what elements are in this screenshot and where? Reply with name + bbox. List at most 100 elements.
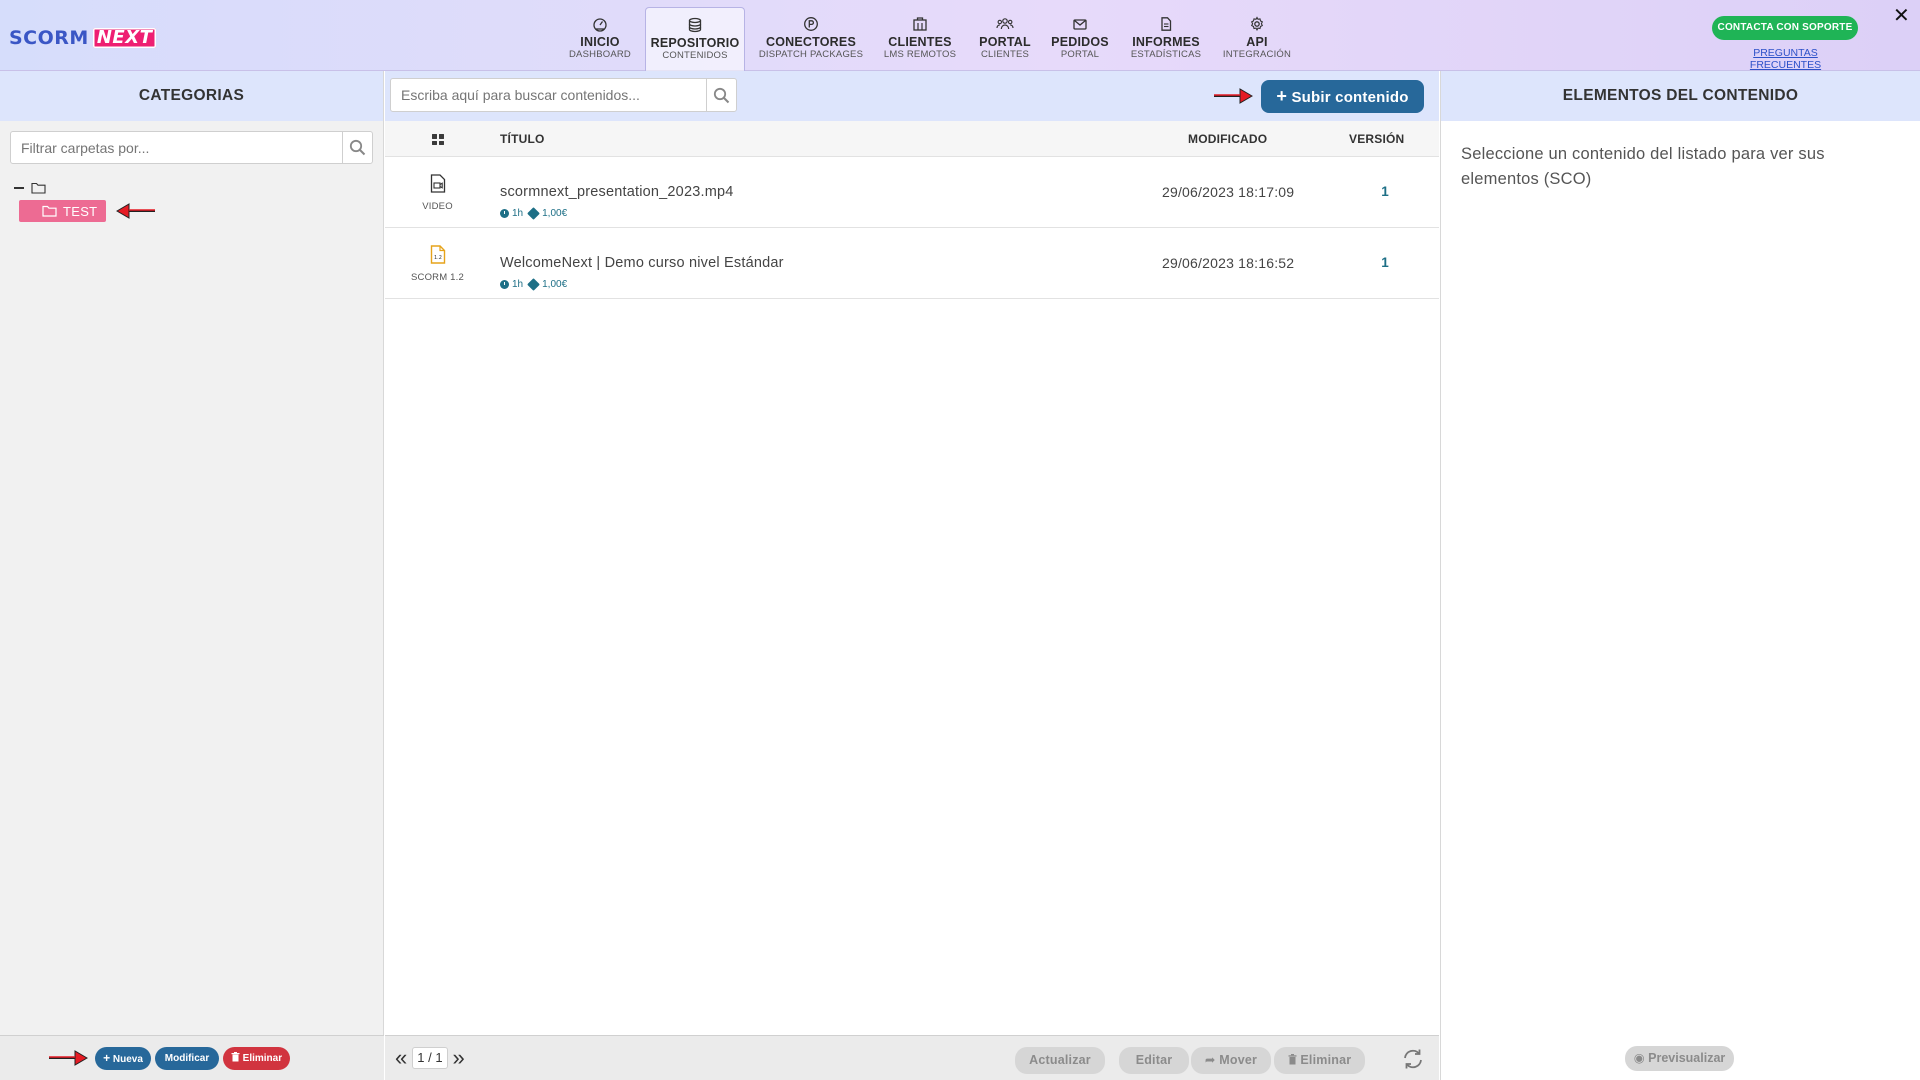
trash-icon — [231, 1052, 240, 1062]
column-title[interactable]: TÍTULO — [500, 121, 545, 157]
content-type: VIDEO — [385, 174, 490, 212]
content-search — [390, 78, 737, 112]
delete-folder-label: Eliminar — [242, 1053, 283, 1064]
nav-label: CLIENTES — [888, 35, 952, 49]
table-row[interactable]: VIDEO scormnext_presentation_2023.mp4 1h… — [385, 158, 1439, 228]
pagination: « 1 / 1 » — [395, 1047, 465, 1069]
price-tag-icon — [527, 278, 540, 291]
folder-filter-input[interactable] — [11, 132, 341, 163]
contents-panel: + Subir contenido TÍTULO MODIFICADO VERS… — [385, 71, 1439, 1080]
content-search-input[interactable] — [391, 79, 706, 111]
column-version[interactable]: VERSIÓN — [1349, 121, 1404, 157]
nav-sublabel: ESTADÍSTICAS — [1130, 49, 1202, 60]
categories-footer: + Nueva Modificar Eliminar — [0, 1035, 384, 1080]
contact-support-button[interactable]: CONTACTA CON SOPORTE — [1712, 16, 1858, 40]
content-elements-empty-text: Seleccione un contenido del listado para… — [1461, 145, 1825, 188]
plus-icon: + — [103, 1051, 111, 1065]
nav-item-conectores[interactable]: CONECTORES DISPATCH PACKAGES — [755, 8, 867, 70]
prev-page-button[interactable]: « — [395, 1047, 407, 1069]
contents-footer: « 1 / 1 » Actualizar Editar ➦ Mover Elim… — [385, 1035, 1439, 1080]
nav-item-portal[interactable]: PORTAL CLIENTES — [970, 8, 1040, 70]
refresh-button[interactable]: Actualizar — [1015, 1047, 1105, 1074]
clock-icon — [500, 280, 509, 289]
nav-sublabel: DASHBOARD — [569, 49, 631, 60]
nav-item-api[interactable]: API INTEGRACIÓN — [1217, 8, 1297, 70]
annotation-arrow-icon — [49, 1050, 88, 1066]
upload-content-button[interactable]: + Subir contenido — [1261, 80, 1424, 113]
building-icon — [913, 17, 927, 31]
scorm-file-icon: 1.2 — [430, 245, 445, 264]
table-row[interactable]: 1.2 SCORM 1.2 WelcomeNext | Demo curso n… — [385, 229, 1439, 299]
search-icon — [713, 87, 730, 103]
delete-content-button[interactable]: Eliminar — [1274, 1047, 1365, 1074]
nav-item-inicio[interactable]: INICIO DASHBOARD — [560, 8, 640, 70]
logo-text-next: NEXT — [92, 28, 157, 48]
edit-button[interactable]: Editar — [1119, 1047, 1189, 1074]
faq-link[interactable]: PREGUNTAS FRECUENTES — [1718, 47, 1853, 71]
users-icon — [996, 18, 1014, 30]
new-folder-button[interactable]: + Nueva — [95, 1047, 151, 1070]
document-icon — [1161, 17, 1172, 31]
folder-icon — [31, 182, 46, 194]
content-modified: 29/06/2023 18:17:09 — [1162, 184, 1295, 200]
content-type-label: VIDEO — [422, 201, 453, 212]
annotation-arrow-icon — [1214, 88, 1253, 104]
content-type-label: SCORM 1.2 — [410, 272, 464, 283]
content-price: 1,00€ — [542, 279, 568, 290]
page-indicator[interactable]: 1 / 1 — [412, 1047, 448, 1069]
gear-icon — [1250, 16, 1264, 32]
nav-label: INFORMES — [1132, 35, 1200, 49]
folder-filter-search-button[interactable] — [342, 132, 372, 163]
gauge-icon — [593, 18, 607, 32]
content-duration: 1h — [512, 208, 524, 219]
nav-item-pedidos[interactable]: PEDIDOS PORTAL — [1045, 8, 1115, 70]
contents-table-header: TÍTULO MODIFICADO VERSIÓN — [385, 121, 1439, 157]
nav-label: API — [1246, 35, 1268, 49]
content-duration: 1h — [512, 279, 524, 290]
nav-sublabel: CLIENTES — [980, 49, 1030, 60]
search-icon — [349, 139, 366, 156]
nav-sublabel: LMS REMOTOS — [883, 49, 957, 60]
envelope-icon — [1073, 19, 1087, 30]
tree-root[interactable] — [14, 179, 46, 197]
trash-icon — [1288, 1054, 1297, 1065]
content-title: WelcomeNext | Demo curso nivel Estándar — [500, 255, 784, 271]
nav-item-repositorio[interactable]: REPOSITORIO CONTENIDOS — [645, 7, 745, 71]
nav-label: INICIO — [580, 35, 620, 49]
folder-label: TEST — [63, 203, 98, 219]
content-meta: 1h 1,00€ — [500, 278, 568, 291]
nav-label: CONECTORES — [766, 35, 856, 49]
folder-node-test[interactable]: TEST — [19, 200, 106, 222]
content-title: scormnext_presentation_2023.mp4 — [500, 184, 734, 200]
grid-view-icon[interactable] — [432, 134, 444, 145]
content-meta: 1h 1,00€ — [500, 207, 567, 220]
close-icon[interactable]: ✕ — [1893, 6, 1910, 26]
categories-title: CATEGORIAS — [0, 71, 383, 121]
nav-label: REPOSITORIO — [650, 36, 740, 50]
collapse-icon[interactable] — [14, 187, 24, 189]
annotation-arrow-icon — [116, 203, 155, 219]
modify-folder-button[interactable]: Modificar — [155, 1047, 219, 1070]
column-modified[interactable]: MODIFICADO — [1188, 121, 1267, 157]
nav-item-clientes[interactable]: CLIENTES LMS REMOTOS — [874, 8, 966, 70]
next-page-button[interactable]: » — [453, 1047, 465, 1069]
content-version: 1 — [1381, 184, 1389, 199]
preview-button[interactable]: ◉ Previsualizar — [1625, 1046, 1734, 1071]
content-modified: 29/06/2023 18:16:52 — [1162, 255, 1295, 271]
nav-sublabel: CONTENIDOS — [662, 50, 728, 61]
nav-item-informes[interactable]: INFORMES ESTADÍSTICAS — [1125, 8, 1207, 70]
sync-icon[interactable] — [1401, 1047, 1425, 1071]
content-elements-title: ELEMENTOS DEL CONTENIDO — [1441, 71, 1920, 121]
delete-content-label: Eliminar — [1300, 1053, 1352, 1067]
content-search-button[interactable] — [706, 79, 736, 111]
content-version: 1 — [1381, 255, 1389, 270]
upload-content-label: Subir contenido — [1291, 89, 1409, 106]
eye-icon: ◉ — [1633, 1051, 1645, 1065]
preview-label: Previsualizar — [1648, 1051, 1726, 1065]
delete-folder-button[interactable]: Eliminar — [223, 1047, 290, 1070]
move-button[interactable]: ➦ Mover — [1191, 1047, 1271, 1074]
database-icon — [688, 17, 702, 33]
folder-icon — [42, 205, 57, 217]
app-logo[interactable]: SCORM NEXT — [9, 27, 157, 49]
nav-sublabel: DISPATCH PACKAGES — [758, 49, 864, 60]
